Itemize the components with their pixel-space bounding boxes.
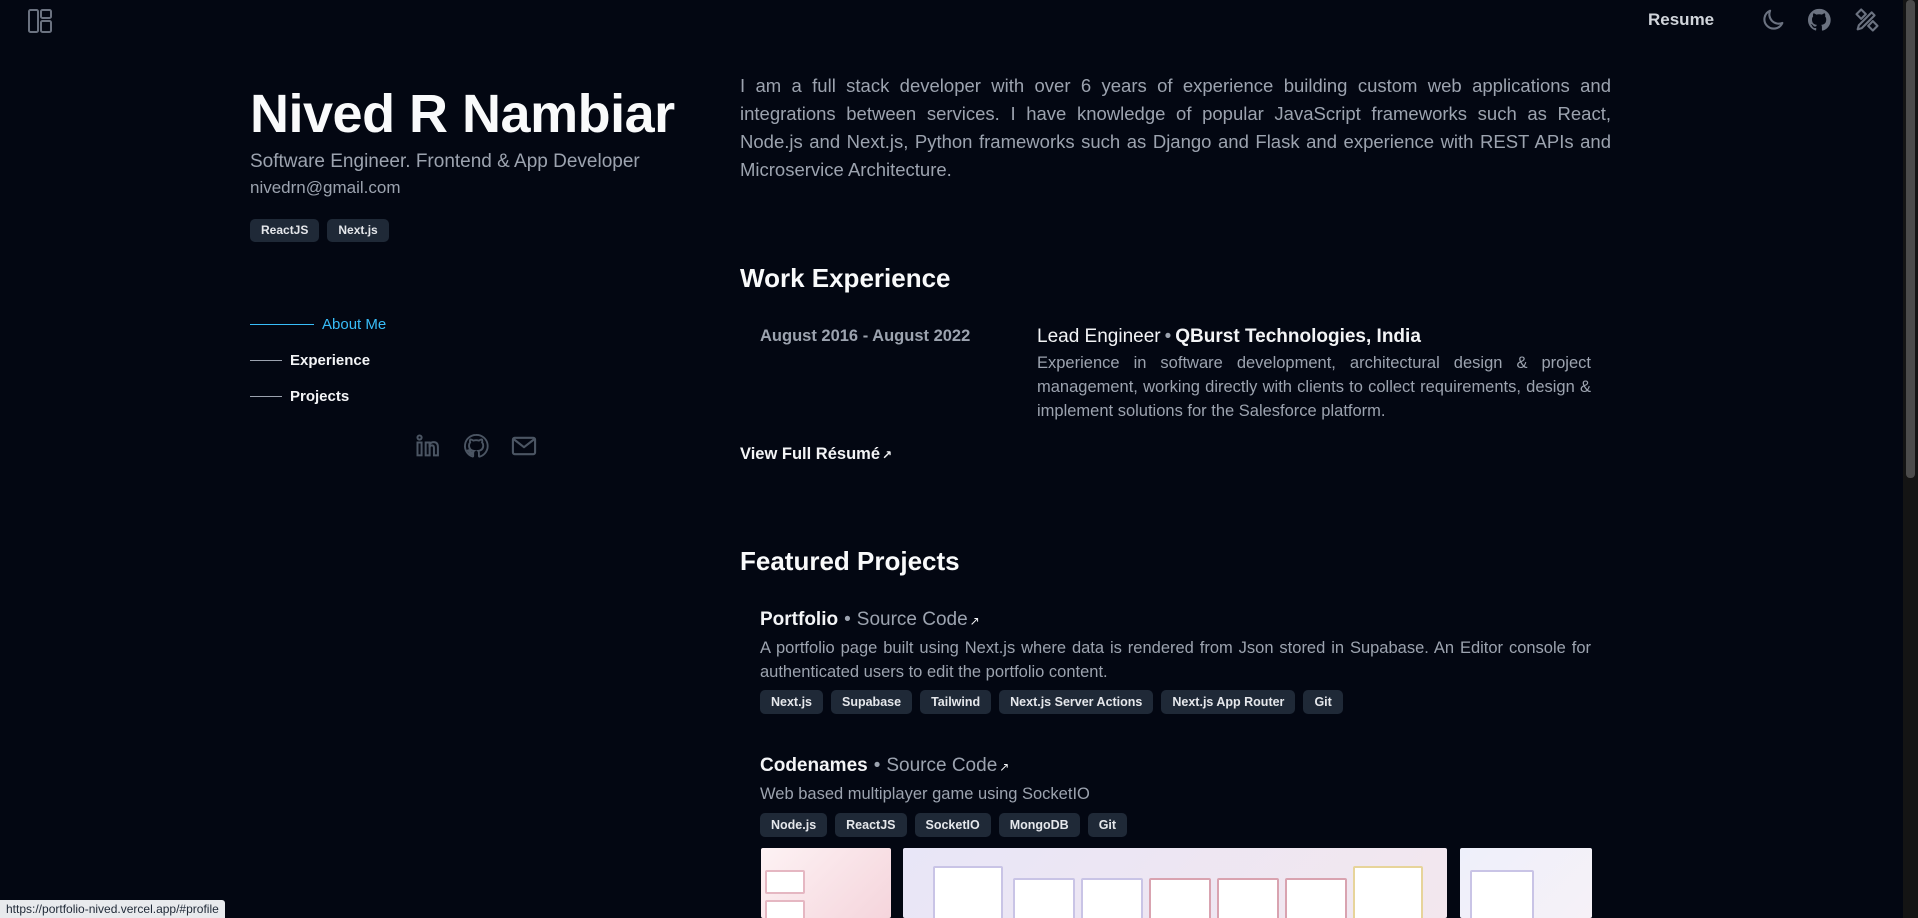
project-screenshot[interactable] [1460, 848, 1592, 918]
profile-email: nivedrn@gmail.com [250, 178, 401, 197]
about-text: I am a full stack developer with over 6 … [740, 75, 1611, 180]
skill-tag: Next.js [327, 219, 389, 242]
editor-button[interactable] [1853, 6, 1881, 34]
experience-company: QBurst Technologies, India [1175, 326, 1421, 347]
experience-description: Experience in software development, arch… [1037, 354, 1591, 420]
tech-tag: Next.js Server Actions [999, 690, 1154, 714]
github-social-link[interactable] [462, 432, 490, 460]
project-description: Web based multiplayer game using SocketI… [760, 785, 1090, 803]
profile-subtitle: Software Engineer. Frontend & App Develo… [250, 151, 640, 172]
nav-indicator-line [250, 395, 282, 397]
project-header: Portfolio • Source Code ↗ [760, 609, 980, 631]
project-screenshot[interactable] [761, 848, 891, 918]
github-icon [464, 433, 489, 458]
tech-tag: SocketIO [914, 813, 991, 837]
view-full-resume-link[interactable]: View Full Résumé ↗ [740, 445, 892, 464]
project-description: A portfolio page built using Next.js whe… [760, 639, 1591, 681]
tech-tag: Node.js [760, 813, 828, 837]
project-screenshot[interactable] [903, 848, 1447, 918]
external-arrow-icon: ↗ [999, 760, 1010, 774]
project-name: Codenames [760, 755, 868, 776]
scrollbar-thumb[interactable] [1906, 0, 1915, 478]
experience-heading: Work Experience [740, 263, 951, 293]
project-header: Codenames • Source Code ↗ [760, 755, 1009, 777]
experience-role: Lead Engineer [1037, 326, 1161, 347]
nav-item-label: Projects [290, 387, 350, 405]
project-name: Portfolio [760, 609, 839, 630]
nav-item-experience[interactable]: Experience [250, 342, 386, 378]
github-link[interactable] [1805, 6, 1833, 34]
nav-indicator-line [250, 323, 314, 325]
projects-heading: Featured Projects [740, 546, 960, 576]
experience-date: August 2016 - August 2022 [760, 327, 971, 345]
status-bar-url: https://portfolio-nived.vercel.app/#prof… [0, 900, 225, 918]
tech-tag: Next.js App Router [1161, 690, 1296, 714]
nav-item-projects[interactable]: Projects [250, 378, 386, 414]
mail-icon [511, 436, 537, 456]
external-arrow-icon: ↗ [969, 614, 980, 628]
external-arrow-icon: ↗ [882, 448, 893, 462]
tech-tag: Tailwind [920, 690, 992, 714]
mail-link[interactable] [510, 432, 538, 460]
tech-tag: Next.js [760, 690, 823, 714]
tech-tag: ReactJS [835, 813, 907, 837]
separator-dot: • [1164, 326, 1172, 347]
tech-tag: Supabase [831, 690, 913, 714]
github-icon [1807, 8, 1831, 31]
project-tags: Next.js Supabase Tailwind Next.js Server Ac… [760, 690, 1351, 714]
nav-item-about-me[interactable]: About Me [250, 306, 386, 342]
tech-tag: Git [1303, 690, 1343, 714]
profile-tags: ReactJS Next.js [250, 219, 397, 242]
section-nav: About Me Experience Projects [250, 306, 386, 414]
linkedin-link[interactable] [414, 432, 442, 460]
editor-icon [1855, 8, 1879, 32]
source-code-link[interactable]: Source Code [857, 609, 968, 630]
nav-item-label: About Me [322, 315, 387, 333]
resume-link-label: View Full Résumé [740, 445, 880, 463]
nav-indicator-line [250, 359, 282, 361]
moon-icon [1763, 9, 1784, 30]
theme-toggle-button[interactable] [1759, 6, 1787, 34]
separator-dot: • [844, 609, 851, 630]
project-tags: Node.js ReactJS SocketIO MongoDB Git [760, 813, 1135, 837]
tech-tag: MongoDB [998, 813, 1080, 837]
source-code-link[interactable]: Source Code [886, 755, 997, 776]
separator-dot: • [873, 755, 881, 776]
tech-tag: Git [1087, 813, 1128, 837]
linkedin-icon [416, 434, 439, 457]
nav-item-label: Experience [290, 351, 371, 369]
social-links [414, 432, 538, 460]
experience-header: Lead Engineer • QBurst Technologies, India [1037, 326, 1421, 348]
layout-icon [28, 9, 52, 33]
skill-tag: ReactJS [250, 219, 320, 242]
resume-link[interactable]: Resume [1648, 10, 1714, 30]
profile-name: Nived R Nambiar [250, 84, 675, 144]
layout-toggle-button[interactable] [26, 7, 54, 35]
